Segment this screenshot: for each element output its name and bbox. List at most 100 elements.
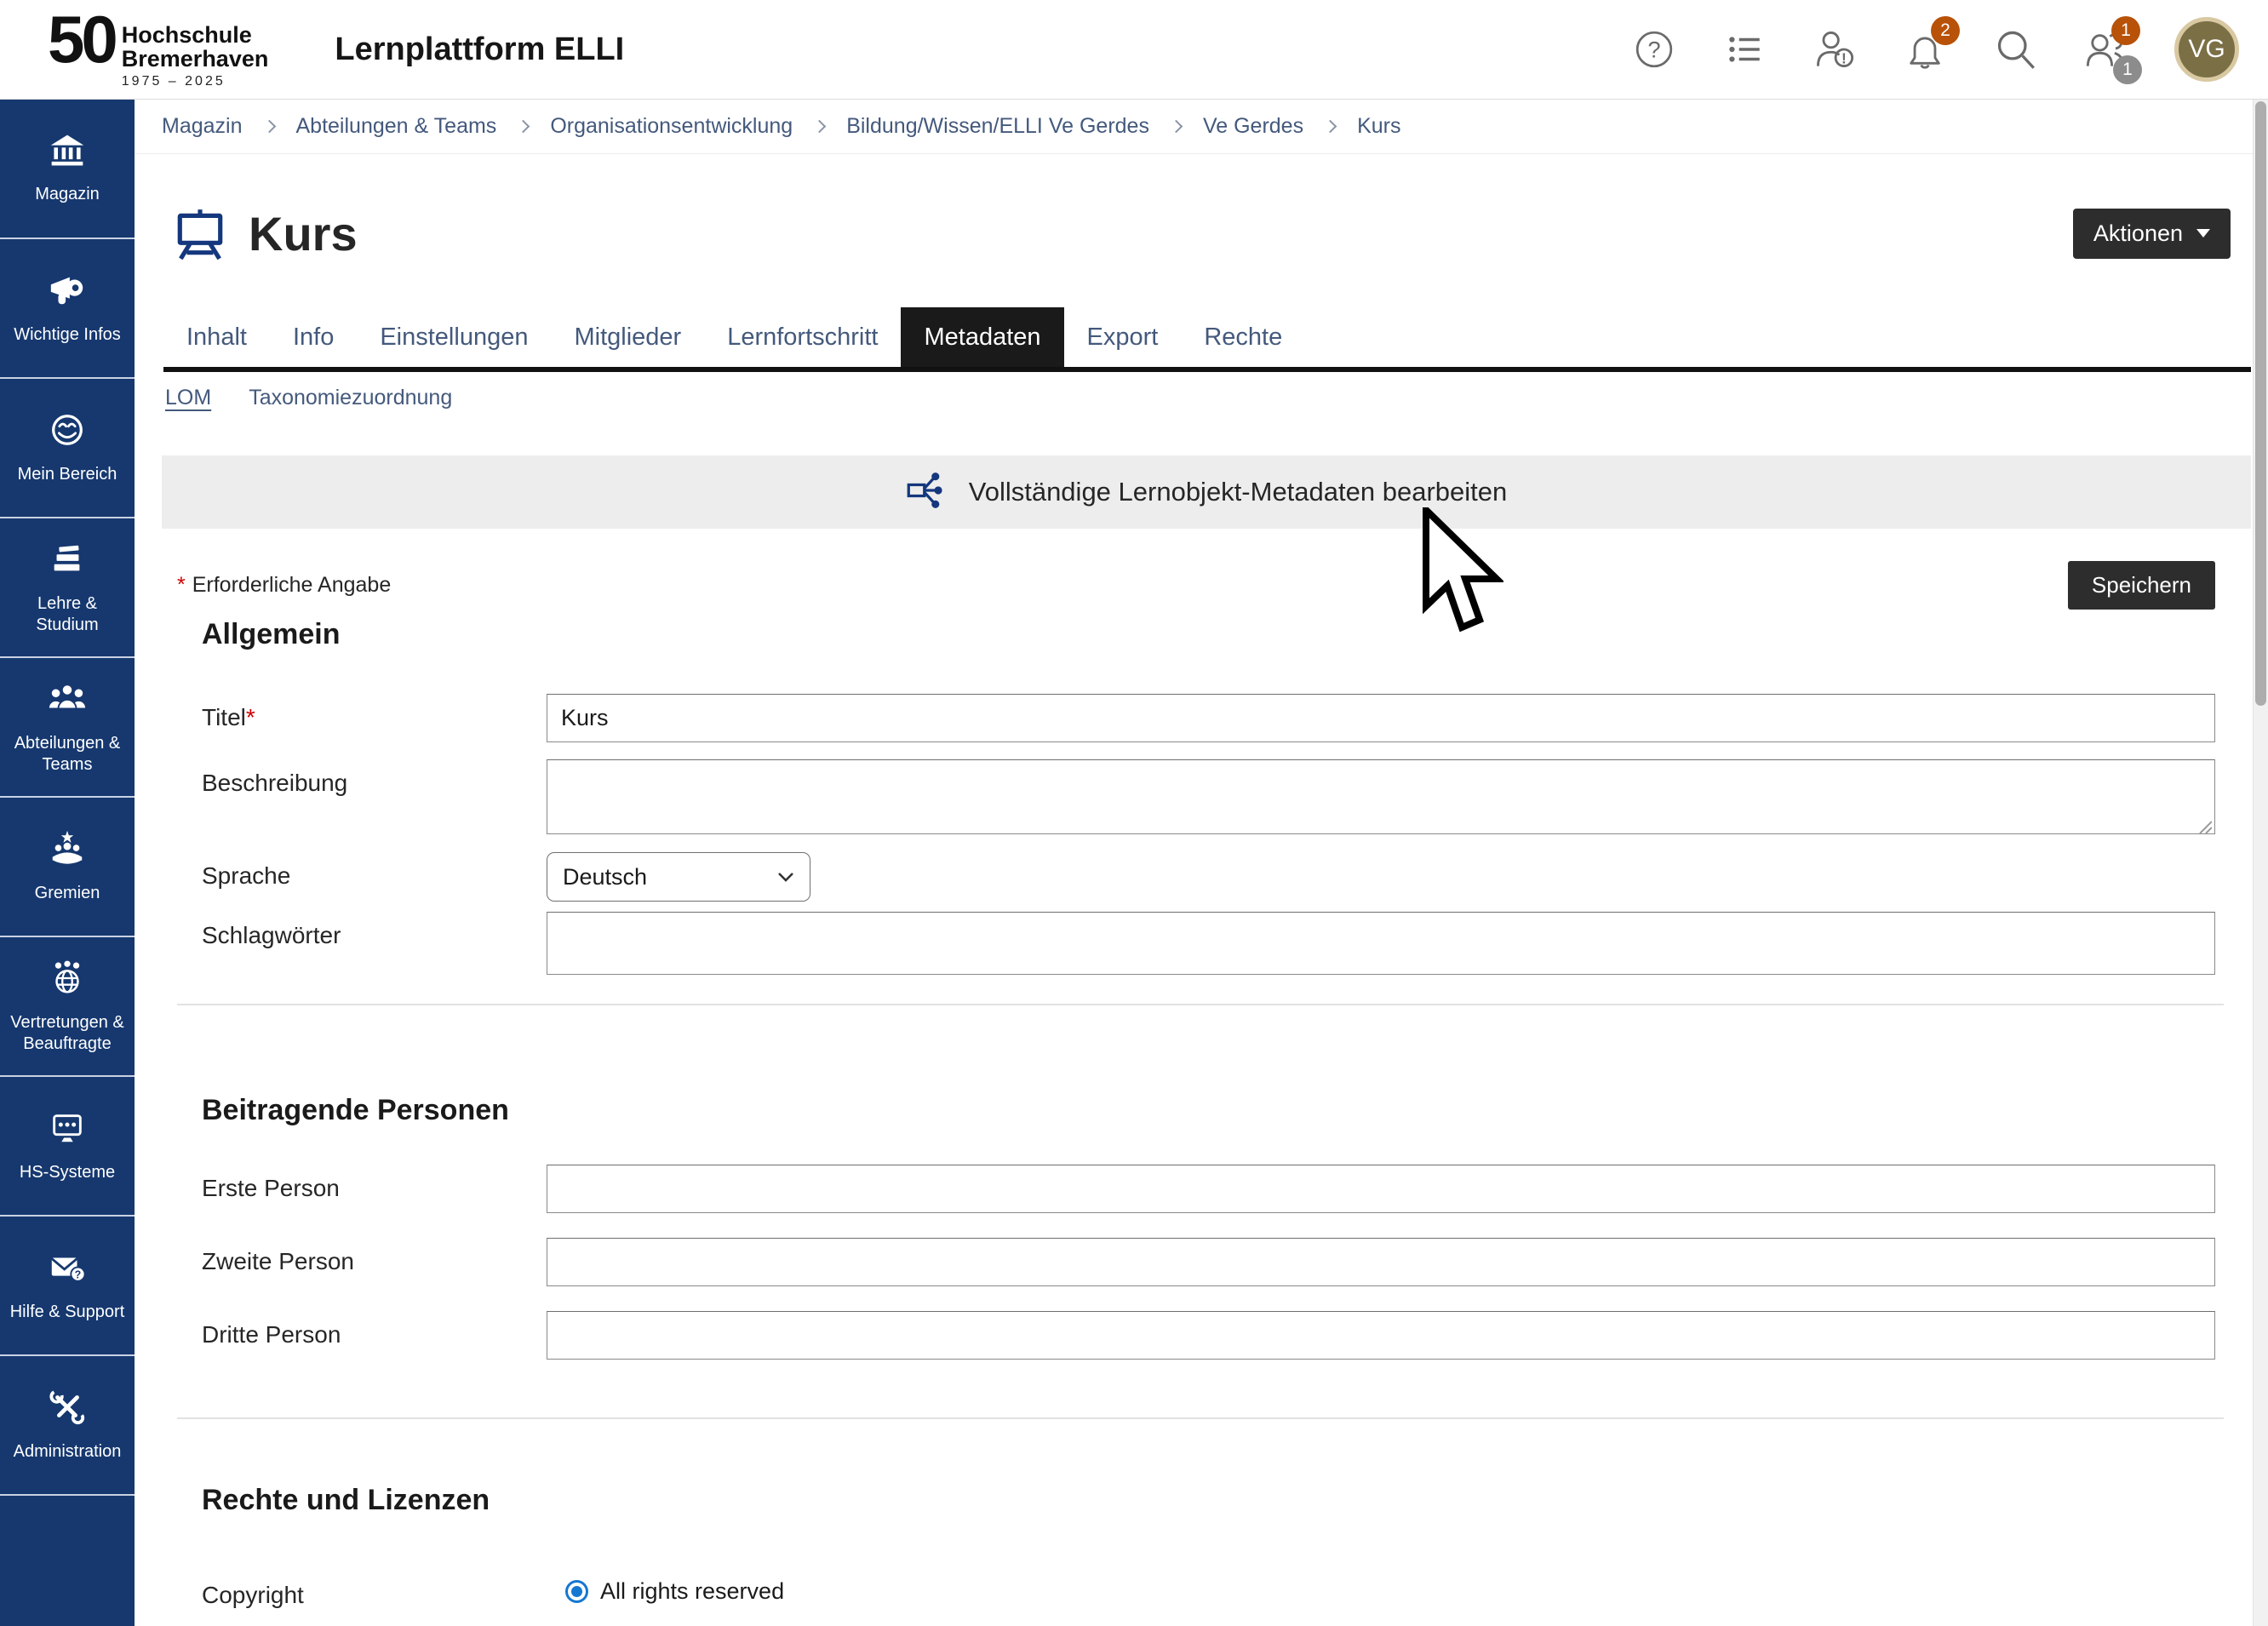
banner-label: Vollständige Lernobjekt-Metadaten bearbe… — [969, 477, 1508, 507]
copyright-radio-selected[interactable] — [565, 1580, 588, 1603]
subtab-taxonomiezuordnung[interactable]: Taxonomiezuordnung — [249, 386, 452, 413]
sprache-select[interactable]: Deutsch — [547, 852, 810, 902]
mail-question-icon: ? — [48, 1248, 87, 1291]
logo-name-line1: Hochschule — [122, 23, 269, 47]
chevron-right-icon — [1324, 120, 1337, 134]
svg-text:?: ? — [1647, 36, 1660, 62]
vertical-scrollbar-track[interactable] — [2253, 100, 2268, 1626]
bell-badge: 2 — [1931, 16, 1960, 45]
chevron-right-icon — [517, 120, 530, 134]
university-logo[interactable]: 50 Hochschule Bremerhaven 1975 – 2025 — [48, 9, 268, 90]
breadcrumb-item-magazin[interactable]: Magazin — [162, 114, 243, 139]
people-group-icon — [48, 679, 87, 723]
sidebar-item-magazin[interactable]: Magazin — [0, 100, 135, 239]
books-icon — [48, 540, 87, 583]
breadcrumb-item-kurs[interactable]: Kurs — [1357, 114, 1400, 139]
section-heading-beitragende: Beitragende Personen — [202, 1094, 2253, 1127]
sprache-label: Sprache — [202, 852, 547, 890]
form-row-copyright: Copyright All rights reserved — [202, 1572, 2215, 1609]
tab-info[interactable]: Info — [270, 307, 357, 367]
form-row-dritte-person: Dritte Person — [202, 1311, 2215, 1360]
sidebar-item-lehre-studium[interactable]: Lehre & Studium — [0, 518, 135, 658]
dritte-person-input[interactable] — [547, 1311, 2215, 1360]
sidebar-item-label: Mein Bereich — [18, 464, 117, 485]
form-row-beschreibung: Beschreibung — [202, 759, 2215, 839]
edit-full-metadata-link[interactable]: Vollständige Lernobjekt-Metadaten bearbe… — [162, 455, 2251, 529]
required-marker: * — [177, 573, 186, 598]
tab-mitglieder[interactable]: Mitglieder — [551, 307, 704, 367]
tab-lernfortschritt[interactable]: Lernfortschritt — [704, 307, 901, 367]
sprache-selected-value: Deutsch — [563, 864, 647, 890]
erste-person-input[interactable] — [547, 1165, 2215, 1213]
sidebar-item-gremien[interactable]: Gremien — [0, 798, 135, 937]
sidebar-item-label: Gremien — [35, 883, 100, 904]
sidebar-item-label: HS-Systeme — [20, 1162, 115, 1183]
section-heading-allgemein: Allgemein — [202, 618, 2253, 651]
sidebar-item-label: Wichtige Infos — [14, 324, 121, 346]
subtab-lom[interactable]: LOM — [165, 386, 211, 413]
search-icon[interactable] — [1994, 28, 2036, 71]
logo-name-line2: Bremerhaven — [122, 47, 269, 71]
sidebar-item-label: Hilfe & Support — [10, 1302, 125, 1323]
bell-icon[interactable]: 2 — [1904, 28, 1946, 71]
beschreibung-textarea[interactable] — [547, 759, 2215, 834]
tab-bar: Inhalt Info Einstellungen Mitglieder Ler… — [163, 307, 2251, 372]
megaphone-icon — [48, 271, 87, 314]
sidebar-item-label: Lehre & Studium — [4, 593, 130, 636]
breadcrumb-item-ve-gerdes[interactable]: Ve Gerdes — [1203, 114, 1303, 139]
subtab-bar: LOM Taxonomiezuordnung — [165, 386, 2253, 413]
breadcrumb-item-organisationsentwicklung[interactable]: Organisationsentwicklung — [550, 114, 793, 139]
sidebar-item-mein-bereich[interactable]: Mein Bereich — [0, 379, 135, 518]
sidebar-filler — [0, 1496, 135, 1626]
schlagwoerter-label: Schlagwörter — [202, 912, 547, 949]
form-toolbar: * Erforderliche Angabe Speichern — [177, 561, 2215, 610]
breadcrumb-item-bildung-wissen[interactable]: Bildung/Wissen/ELLI Ve Gerdes — [846, 114, 1149, 139]
form-row-schlagwoerter: Schlagwörter — [202, 912, 2215, 975]
main-content: Magazin Abteilungen & Teams Organisation… — [135, 100, 2253, 1626]
tab-export[interactable]: Export — [1064, 307, 1182, 367]
tab-einstellungen[interactable]: Einstellungen — [357, 307, 551, 367]
form-row-zweite-person: Zweite Person — [202, 1238, 2215, 1286]
user-status-icon[interactable]: ! — [1813, 28, 1856, 71]
breadcrumb-item-abteilungen-teams[interactable]: Abteilungen & Teams — [296, 114, 497, 139]
contacts-badge-bottom: 1 — [2113, 55, 2142, 84]
metadata-nodes-icon — [906, 469, 948, 516]
globe-people-icon — [48, 959, 87, 1002]
zweite-person-label: Zweite Person — [202, 1238, 547, 1275]
help-icon[interactable]: ? — [1633, 28, 1675, 71]
titel-input[interactable] — [547, 694, 2215, 742]
page-title-row: Kurs Aktionen — [172, 183, 2231, 283]
sidebar-item-abteilungen-teams[interactable]: Abteilungen & Teams — [0, 658, 135, 798]
logo-50-number: 50 — [48, 9, 115, 69]
schlagwoerter-input[interactable] — [547, 912, 2215, 975]
sidebar-item-administration[interactable]: Administration — [0, 1356, 135, 1496]
actions-button[interactable]: Aktionen — [2073, 209, 2231, 259]
contacts-icon[interactable]: 1 1 — [2084, 28, 2127, 71]
sidebar-item-wichtige-infos[interactable]: Wichtige Infos — [0, 239, 135, 379]
tab-metadaten[interactable]: Metadaten — [901, 307, 1063, 367]
logo-years: 1975 – 2025 — [122, 74, 269, 89]
sidebar-item-label: Administration — [14, 1441, 122, 1463]
avatar[interactable]: VG — [2174, 17, 2239, 82]
save-button[interactable]: Speichern — [2068, 561, 2215, 610]
avatar-initials: VG — [2188, 35, 2225, 64]
sidebar-item-hs-systeme[interactable]: HS-Systeme — [0, 1077, 135, 1217]
tab-inhalt[interactable]: Inhalt — [163, 307, 270, 367]
sidebar-item-vertretungen-beauftragte[interactable]: Vertretungen & Beauftragte — [0, 937, 135, 1077]
dritte-person-label: Dritte Person — [202, 1311, 547, 1348]
chevron-right-icon — [262, 120, 276, 134]
tab-rechte[interactable]: Rechte — [1181, 307, 1305, 367]
section-heading-rechte: Rechte und Lizenzen — [202, 1484, 2253, 1517]
breadcrumb: Magazin Abteilungen & Teams Organisation… — [135, 100, 2253, 154]
list-icon[interactable] — [1723, 28, 1766, 71]
zweite-person-input[interactable] — [547, 1238, 2215, 1286]
chevron-right-icon — [813, 120, 827, 134]
vertical-scrollbar-thumb[interactable] — [2255, 101, 2266, 706]
sidebar-item-label: Vertretungen & Beauftragte — [4, 1012, 130, 1055]
tools-icon — [48, 1388, 87, 1431]
app-title: Lernplattform ELLI — [335, 31, 624, 68]
sidebar-item-hilfe-support[interactable]: ? Hilfe & Support — [0, 1217, 135, 1356]
caret-down-icon — [2196, 229, 2210, 238]
copyright-radio-row: All rights reserved — [565, 1572, 2215, 1605]
required-hint: Erforderliche Angabe — [192, 573, 391, 598]
